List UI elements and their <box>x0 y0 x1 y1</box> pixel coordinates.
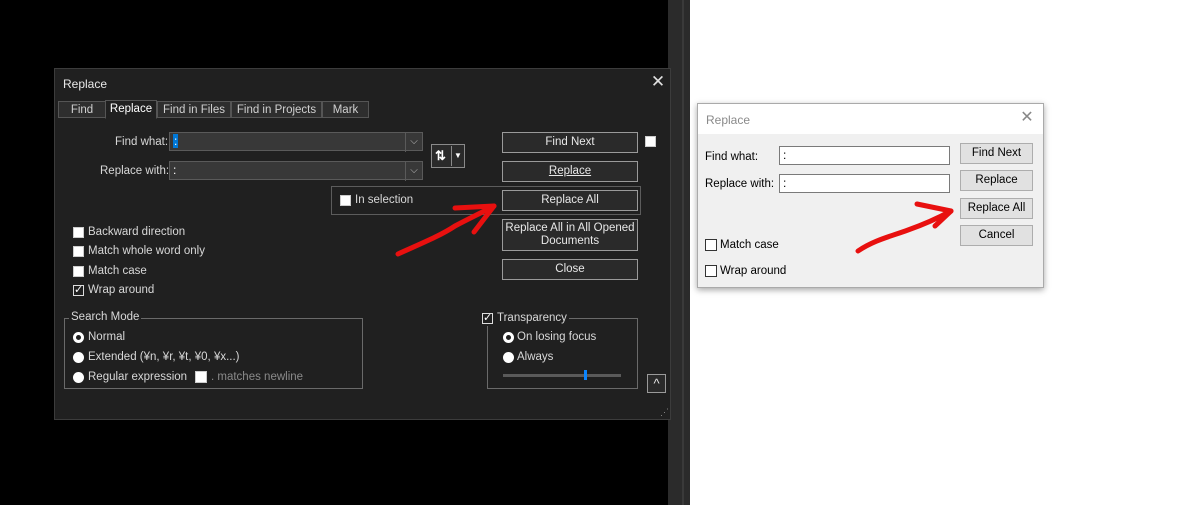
red-arrow-left <box>395 203 497 257</box>
red-arrow-right <box>855 201 954 254</box>
annotation-overlay <box>395 201 954 257</box>
